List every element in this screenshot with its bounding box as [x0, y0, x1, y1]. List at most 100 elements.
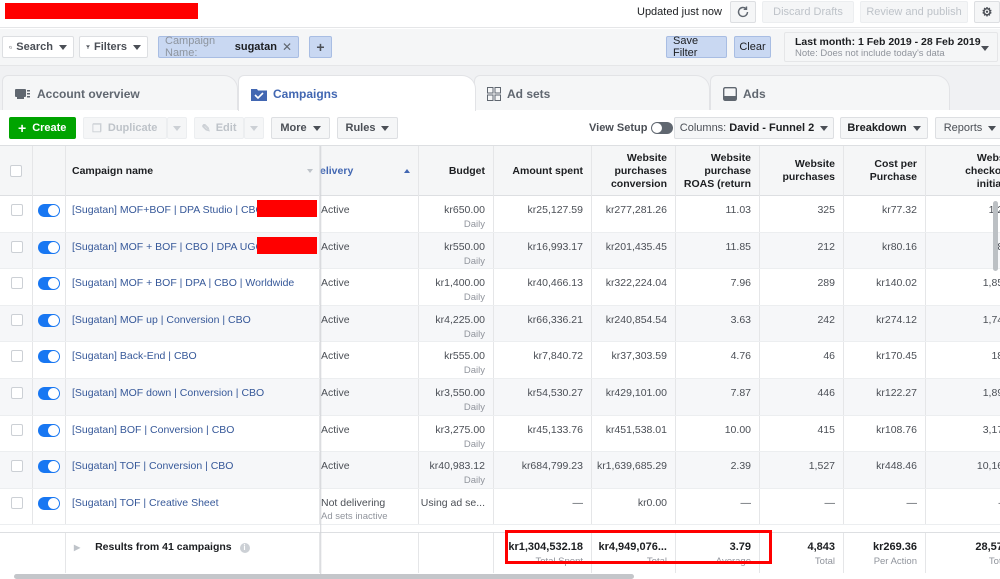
edit-dropdown[interactable]: [244, 117, 264, 139]
reports-button[interactable]: Reports: [935, 117, 1000, 139]
edit-button[interactable]: ✎ Edit: [194, 117, 244, 139]
tab-account-overview[interactable]: Account overview: [2, 75, 238, 111]
review-publish-button[interactable]: Review and publish: [860, 1, 968, 23]
column-delivery[interactable]: elivery: [320, 146, 419, 196]
row-checkbox[interactable]: [11, 387, 23, 399]
tab-ad-sets[interactable]: Ad sets: [474, 75, 710, 111]
rules-button[interactable]: Rules: [337, 117, 398, 139]
campaign-name-link[interactable]: [Sugatan] Back-End | CBO: [66, 342, 320, 378]
columns-button[interactable]: Columns: David - Funnel 2: [674, 117, 834, 139]
budget-cell[interactable]: kr1,400.00 Daily: [419, 269, 494, 305]
view-setup-toggle[interactable]: View Setup: [589, 117, 674, 139]
discard-drafts-button[interactable]: Discard Drafts: [762, 1, 854, 23]
row-checkbox[interactable]: [11, 350, 23, 363]
roas-cell: 4.76: [676, 342, 760, 378]
column-campaign-name[interactable]: Campaign name: [66, 146, 320, 196]
expand-icon[interactable]: ▶: [74, 543, 80, 552]
chevron-down-icon: [912, 125, 921, 131]
row-checkbox[interactable]: [11, 460, 23, 473]
add-filter-button[interactable]: +: [309, 36, 332, 58]
breakdown-label: Breakdown: [847, 122, 907, 134]
table-row[interactable]: [Sugatan] Back-End | CBO Active kr555.00 Da…: [0, 342, 1000, 379]
campaign-on-off-toggle[interactable]: [38, 496, 60, 510]
column-purchases-conversion[interactable]: Website purchases conversion: [592, 146, 676, 196]
settings-button[interactable]: ⚙: [974, 1, 1000, 23]
tab-campaigns[interactable]: Campaigns: [238, 75, 476, 111]
row-checkbox[interactable]: [11, 277, 23, 290]
table-row[interactable]: [Sugatan] TOF | Creative Sheet Not delive…: [0, 488, 1000, 526]
search-button[interactable]: Search: [2, 36, 74, 58]
campaign-name-link[interactable]: [Sugatan] MOF down | Conversion | CBO: [66, 379, 320, 415]
row-toggle-cell: [33, 196, 66, 232]
tab-ads[interactable]: Ads: [710, 75, 950, 111]
info-icon[interactable]: i: [239, 543, 250, 553]
delivery-cell: Active: [320, 342, 419, 378]
column-label: Website purchase ROAS (return: [683, 151, 751, 190]
chevron-down-icon: [981, 46, 989, 51]
campaign-name-link[interactable]: [Sugatan] TOF | Creative Sheet: [66, 488, 320, 525]
row-select-cell: [0, 232, 33, 269]
budget-cell[interactable]: kr4,225.00 Daily: [419, 305, 494, 342]
tab-label: Ads: [743, 86, 766, 101]
summary-results: ▶ Results from 41 campaigns i: [66, 533, 320, 573]
budget-cell[interactable]: kr555.00 Daily: [419, 342, 494, 378]
table-row[interactable]: [Sugatan] MOF up | Conversion | CBO Activ…: [0, 305, 1000, 343]
column-cost-per-purchase[interactable]: Cost per Purchase: [844, 146, 926, 196]
filters-button[interactable]: Filters: [79, 36, 148, 58]
toggle-switch[interactable]: [651, 122, 674, 134]
budget-cell[interactable]: kr650.00 Daily: [419, 196, 494, 232]
more-button[interactable]: More: [271, 117, 330, 139]
row-checkbox[interactable]: [11, 496, 23, 509]
row-checkbox[interactable]: [11, 313, 23, 326]
campaign-name-link[interactable]: [Sugatan] MOF + BOF | DPA | CBO | Worldw…: [66, 269, 320, 305]
summary-purchases: 4,843 Total: [760, 533, 844, 573]
campaign-on-off-toggle[interactable]: [38, 350, 60, 364]
table-row[interactable]: [Sugatan] MOF + BOF | CBO | DPA UGC | Act…: [0, 232, 1000, 270]
table-row[interactable]: [Sugatan] MOF + BOF | DPA | CBO | Worldw…: [0, 269, 1000, 306]
budget-cell[interactable]: kr550.00 Daily: [419, 232, 494, 269]
column-roas[interactable]: Website purchase ROAS (return: [676, 146, 760, 196]
row-checkbox[interactable]: [11, 204, 23, 216]
duplicate-button[interactable]: ❐ Duplicate: [83, 117, 167, 139]
budget-cell[interactable]: Using ad se...: [419, 488, 494, 525]
clear-button[interactable]: Clear: [734, 36, 771, 58]
campaign-on-off-toggle[interactable]: [38, 240, 60, 254]
chk-cell: 3,176: [926, 416, 1000, 452]
duplicate-dropdown[interactable]: [167, 117, 187, 139]
budget-cell[interactable]: kr3,275.00 Daily: [419, 415, 494, 452]
campaign-name-link[interactable]: [Sugatan] MOF up | Conversion | CBO: [66, 305, 320, 342]
table-row[interactable]: [Sugatan] TOF | Conversion | CBO Active kr…: [0, 452, 1000, 489]
row-checkbox[interactable]: [11, 423, 23, 436]
close-icon[interactable]: ✕: [282, 40, 292, 54]
campaign-on-off-toggle[interactable]: [38, 313, 60, 327]
create-button[interactable]: + Create: [9, 117, 76, 139]
select-all-checkbox[interactable]: [10, 165, 22, 177]
column-checkouts-initiated[interactable]: Websitecheckoutsinitiated: [926, 146, 1000, 196]
budget-cell[interactable]: kr40,983.12 Daily: [419, 452, 494, 488]
table-row[interactable]: [Sugatan] MOF+BOF | DPA Studio | CBO | Ac…: [0, 196, 1000, 233]
column-label: Amount spent: [512, 164, 583, 177]
table-row[interactable]: [Sugatan] MOF down | Conversion | CBO Act…: [0, 379, 1000, 416]
refresh-button[interactable]: [730, 1, 756, 23]
campaign-name-link[interactable]: [Sugatan] BOF | Conversion | CBO: [66, 415, 320, 452]
filter-chip-campaign-name[interactable]: Campaign Name: sugatan ✕: [158, 35, 299, 59]
date-range-picker[interactable]: Last month: 1 Feb 2019 - 28 Feb 2019 Not…: [784, 32, 998, 62]
campaign-on-off-toggle[interactable]: [38, 423, 60, 437]
horizontal-scrollbar[interactable]: [14, 574, 634, 579]
save-filter-button[interactable]: Save Filter: [666, 35, 727, 59]
table-row[interactable]: [Sugatan] BOF | Conversion | CBO Active kr…: [0, 415, 1000, 453]
column-website-purchases[interactable]: Website purchases: [760, 146, 844, 196]
spent-cell: kr7,840.72: [494, 342, 592, 378]
campaign-name-link[interactable]: [Sugatan] TOF | Conversion | CBO: [66, 452, 320, 488]
campaign-on-off-toggle[interactable]: [38, 460, 60, 474]
campaign-on-off-toggle[interactable]: [38, 204, 60, 217]
campaign-on-off-toggle[interactable]: [38, 277, 60, 291]
vertical-scrollbar[interactable]: [993, 201, 998, 271]
chevron-down-icon: [312, 125, 321, 131]
budget-cell[interactable]: kr3,550.00 Daily: [419, 379, 494, 415]
campaign-on-off-toggle[interactable]: [38, 387, 60, 400]
column-budget[interactable]: Budget: [419, 146, 494, 196]
row-checkbox[interactable]: [11, 240, 23, 253]
column-amount-spent[interactable]: Amount spent: [494, 146, 592, 196]
breakdown-button[interactable]: Breakdown: [840, 117, 928, 139]
